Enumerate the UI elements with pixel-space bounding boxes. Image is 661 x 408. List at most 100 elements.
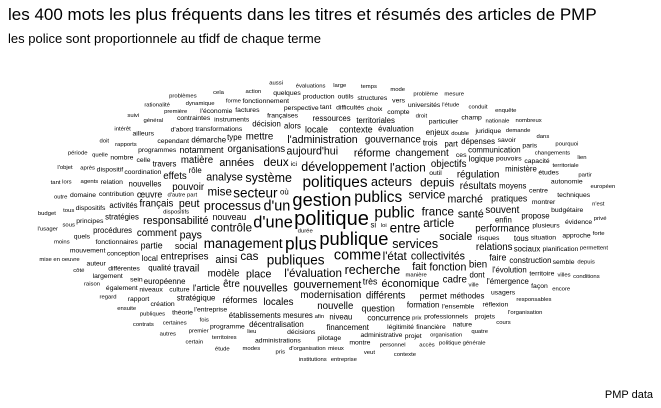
word-279: lien <box>577 155 586 161</box>
word-166: réflexion <box>483 302 509 309</box>
word-155: différentes <box>108 265 140 272</box>
word-54: pouvoir <box>172 182 205 193</box>
word-206: durée <box>298 229 314 235</box>
word-93: part <box>444 140 458 149</box>
word-213: demande <box>506 128 531 134</box>
word-80: permet <box>420 291 448 301</box>
word-241: dans <box>537 134 550 140</box>
word-139: perspective <box>284 105 319 112</box>
word-296: période <box>68 151 88 157</box>
word-226: villes <box>557 273 570 279</box>
word-66: cadre <box>443 274 467 285</box>
word-174: production <box>303 94 335 101</box>
word-86: enfin <box>495 215 512 224</box>
word-263: pris <box>276 349 286 355</box>
word-15: services <box>392 237 438 251</box>
wordcloud-figure: les 400 mots les plus fréquents dans les… <box>0 0 661 408</box>
word-292: budget <box>38 211 56 217</box>
word-160: d'abord <box>171 127 194 134</box>
word-195: montre <box>349 340 370 347</box>
word-9: comme <box>334 247 381 263</box>
word-284: entreprise <box>331 357 358 363</box>
word-88: rôle <box>189 166 202 175</box>
word-111: européenne <box>144 277 186 286</box>
word-98: mesures <box>283 311 313 320</box>
word-227: général <box>143 118 163 124</box>
word-270: fois <box>200 318 209 324</box>
word-276: enquête <box>495 108 517 114</box>
word-1: gestion <box>292 189 351 210</box>
word-212: nationale <box>486 118 511 124</box>
word-273: cela <box>213 90 225 96</box>
word-16: système <box>245 171 292 185</box>
word-228: mieux <box>328 346 344 352</box>
word-22: l'état <box>383 250 408 263</box>
word-220: agents <box>81 179 99 185</box>
word-287: étude <box>215 346 230 352</box>
word-203: projet <box>405 333 422 340</box>
word-21: service <box>409 189 446 202</box>
word-245: l'organisation <box>508 310 543 316</box>
word-165: territoire <box>529 270 554 277</box>
word-68: travail <box>173 263 199 274</box>
word-43: années <box>219 157 254 169</box>
word-198: également <box>106 285 138 292</box>
word-141: montrer <box>532 199 556 206</box>
word-196: vers <box>392 98 405 105</box>
word-242: partir <box>578 173 591 179</box>
word-262: tous <box>63 208 74 214</box>
word-191: projets <box>475 313 496 320</box>
word-173: l'économie <box>200 108 232 115</box>
word-37: réforme <box>354 147 391 159</box>
word-252: droit <box>416 114 428 120</box>
word-221: premier <box>189 329 209 335</box>
word-64: nouvelle <box>317 301 353 312</box>
word-157: celle <box>137 157 151 164</box>
word-164: planification <box>542 246 578 253</box>
word-254: sous <box>62 222 74 228</box>
word-224: l'étude <box>442 103 460 109</box>
word-78: contexte <box>339 125 372 135</box>
word-286: mise en oeuvre <box>39 257 80 263</box>
word-133: l'entreprise <box>194 307 227 314</box>
word-194: nature <box>453 321 472 328</box>
word-183: autonomie <box>551 179 583 186</box>
word-246: depuis <box>577 260 594 266</box>
word-269: lors <box>62 180 72 186</box>
word-288: certain <box>185 340 203 346</box>
word-45: pays <box>180 230 202 242</box>
word-281: politique générale <box>439 341 486 347</box>
word-29: l'action <box>390 162 426 175</box>
word-132: contribution <box>99 191 134 198</box>
word-96: moyens <box>499 182 526 191</box>
word-73: mettre <box>246 131 273 142</box>
word-238: mode <box>390 87 405 93</box>
word-136: instruments <box>214 116 250 123</box>
word-295: problèmes <box>169 94 197 100</box>
word-169: principes <box>76 218 104 225</box>
word-113: local <box>142 254 158 263</box>
word-168: financière <box>416 324 446 331</box>
word-172: fonctionnement <box>243 98 290 105</box>
word-147: professionnels <box>424 314 468 321</box>
word-261: ensuite <box>117 306 137 312</box>
word-102: concurrence <box>367 314 410 323</box>
word-229: première <box>164 109 188 115</box>
word-95: logique <box>469 154 494 163</box>
word-199: largement <box>93 273 123 280</box>
word-176: universités <box>408 102 441 109</box>
word-53: changement <box>395 148 449 159</box>
word-210: changements <box>535 150 570 156</box>
word-26: cas <box>240 250 258 263</box>
word-171: contraintes <box>177 115 211 122</box>
word-309: paris <box>522 143 537 150</box>
word-56: entreprises <box>161 252 209 263</box>
word-202: rapport <box>128 296 150 303</box>
word-63: souvent <box>485 205 519 216</box>
word-59: différents <box>366 291 406 302</box>
word-231: dynamique <box>186 101 216 107</box>
word-79: pratiques <box>491 194 528 204</box>
word-180: création <box>151 301 175 308</box>
word-4: d'une <box>253 214 293 232</box>
word-135: conception <box>107 251 140 258</box>
